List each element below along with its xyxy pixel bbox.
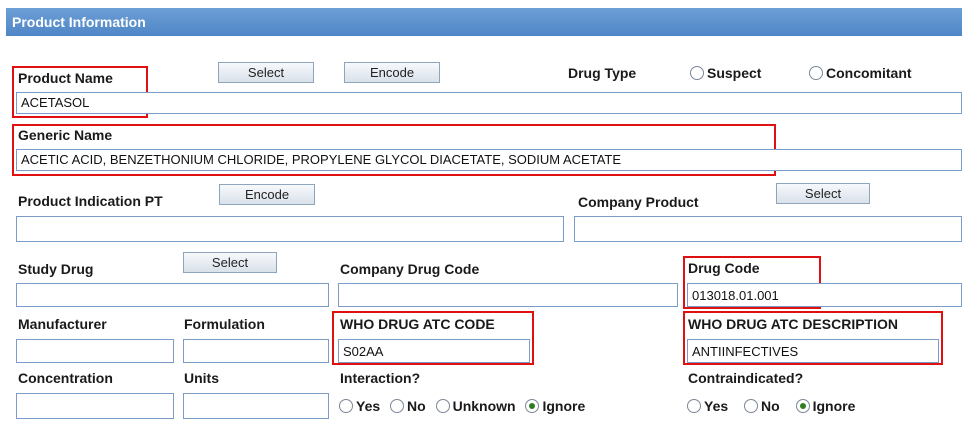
product-indication-label: Product Indication PT xyxy=(18,193,163,209)
radio-label: Ignore xyxy=(812,398,856,415)
product-name-input[interactable]: ACETASOL xyxy=(16,92,962,114)
concentration-input[interactable] xyxy=(16,393,174,419)
contraindicated-yes-radio[interactable]: Yes xyxy=(687,397,728,414)
radio-label: Yes xyxy=(704,398,729,415)
formulation-input[interactable] xyxy=(183,339,329,363)
radio-label: Suspect xyxy=(707,65,762,82)
interaction-radio-group: Yes No Unknown Ignore xyxy=(339,397,585,414)
radio-label: No xyxy=(407,398,426,415)
section-header: Product Information xyxy=(6,8,962,36)
study-drug-label: Study Drug xyxy=(18,261,94,277)
generic-name-label: Generic Name xyxy=(18,127,113,143)
contraindicated-label: Contraindicated? xyxy=(688,370,804,386)
product-name-label: Product Name xyxy=(18,70,113,86)
drug-code-label: Drug Code xyxy=(688,260,760,276)
interaction-label: Interaction? xyxy=(340,370,421,386)
units-label: Units xyxy=(184,370,219,386)
radio-circle[interactable] xyxy=(795,399,810,414)
radio-circle[interactable] xyxy=(687,399,701,414)
radio-label: Yes xyxy=(356,398,381,415)
company-product-input[interactable] xyxy=(574,216,962,242)
company-drug-code-input[interactable] xyxy=(338,283,678,307)
units-input[interactable] xyxy=(183,393,329,419)
manufacturer-label: Manufacturer xyxy=(18,316,107,332)
radio-label: Concomitant xyxy=(826,65,912,82)
atc-code-input[interactable]: S02AA xyxy=(338,339,530,363)
indication-encode-button[interactable]: Encode xyxy=(219,184,315,205)
interaction-ignore-radio[interactable]: Ignore xyxy=(525,397,585,414)
radio-circle[interactable] xyxy=(744,399,759,414)
radio-circle[interactable] xyxy=(525,399,540,414)
company-drug-code-label: Company Drug Code xyxy=(340,261,480,277)
study-drug-select-button[interactable]: Select xyxy=(183,252,277,273)
atc-description-input[interactable]: ANTIINFECTIVES xyxy=(687,339,939,363)
drug-type-suspect-radio[interactable]: Suspect xyxy=(690,64,761,81)
drug-code-input[interactable]: 013018.01.001 xyxy=(687,283,962,307)
company-product-label: Company Product xyxy=(578,194,699,210)
atc-code-label: WHO DRUG ATC CODE xyxy=(340,316,495,332)
radio-circle[interactable] xyxy=(809,66,823,81)
product-encode-button[interactable]: Encode xyxy=(344,62,440,83)
contraindicated-radio-group: Yes No Ignore xyxy=(687,397,855,414)
company-product-select-button[interactable]: Select xyxy=(776,183,870,204)
generic-name-input[interactable]: ACETIC ACID, BENZETHONIUM CHLORIDE, PROP… xyxy=(16,149,962,171)
radio-circle[interactable] xyxy=(435,399,450,414)
interaction-no-radio[interactable]: No xyxy=(390,397,426,414)
radio-label: Unknown xyxy=(452,398,516,415)
interaction-yes-radio[interactable]: Yes xyxy=(339,397,380,414)
study-drug-input[interactable] xyxy=(16,283,329,307)
formulation-label: Formulation xyxy=(184,316,265,332)
radio-circle[interactable] xyxy=(690,66,704,81)
contraindicated-ignore-radio[interactable]: Ignore xyxy=(795,397,856,415)
manufacturer-input[interactable] xyxy=(16,339,174,363)
radio-label: No xyxy=(761,398,780,415)
interaction-unknown-radio[interactable]: Unknown xyxy=(435,397,516,415)
drug-type-label: Drug Type xyxy=(568,65,637,81)
contraindicated-no-radio[interactable]: No xyxy=(744,397,780,414)
radio-circle[interactable] xyxy=(339,399,353,414)
product-indication-input[interactable] xyxy=(16,216,564,242)
atc-description-label: WHO DRUG ATC DESCRIPTION xyxy=(688,316,898,332)
concentration-label: Concentration xyxy=(18,370,113,386)
radio-label: Ignore xyxy=(542,398,586,415)
product-select-button[interactable]: Select xyxy=(218,62,314,83)
radio-circle[interactable] xyxy=(390,399,405,414)
drug-type-concomitant-radio[interactable]: Concomitant xyxy=(809,64,912,81)
